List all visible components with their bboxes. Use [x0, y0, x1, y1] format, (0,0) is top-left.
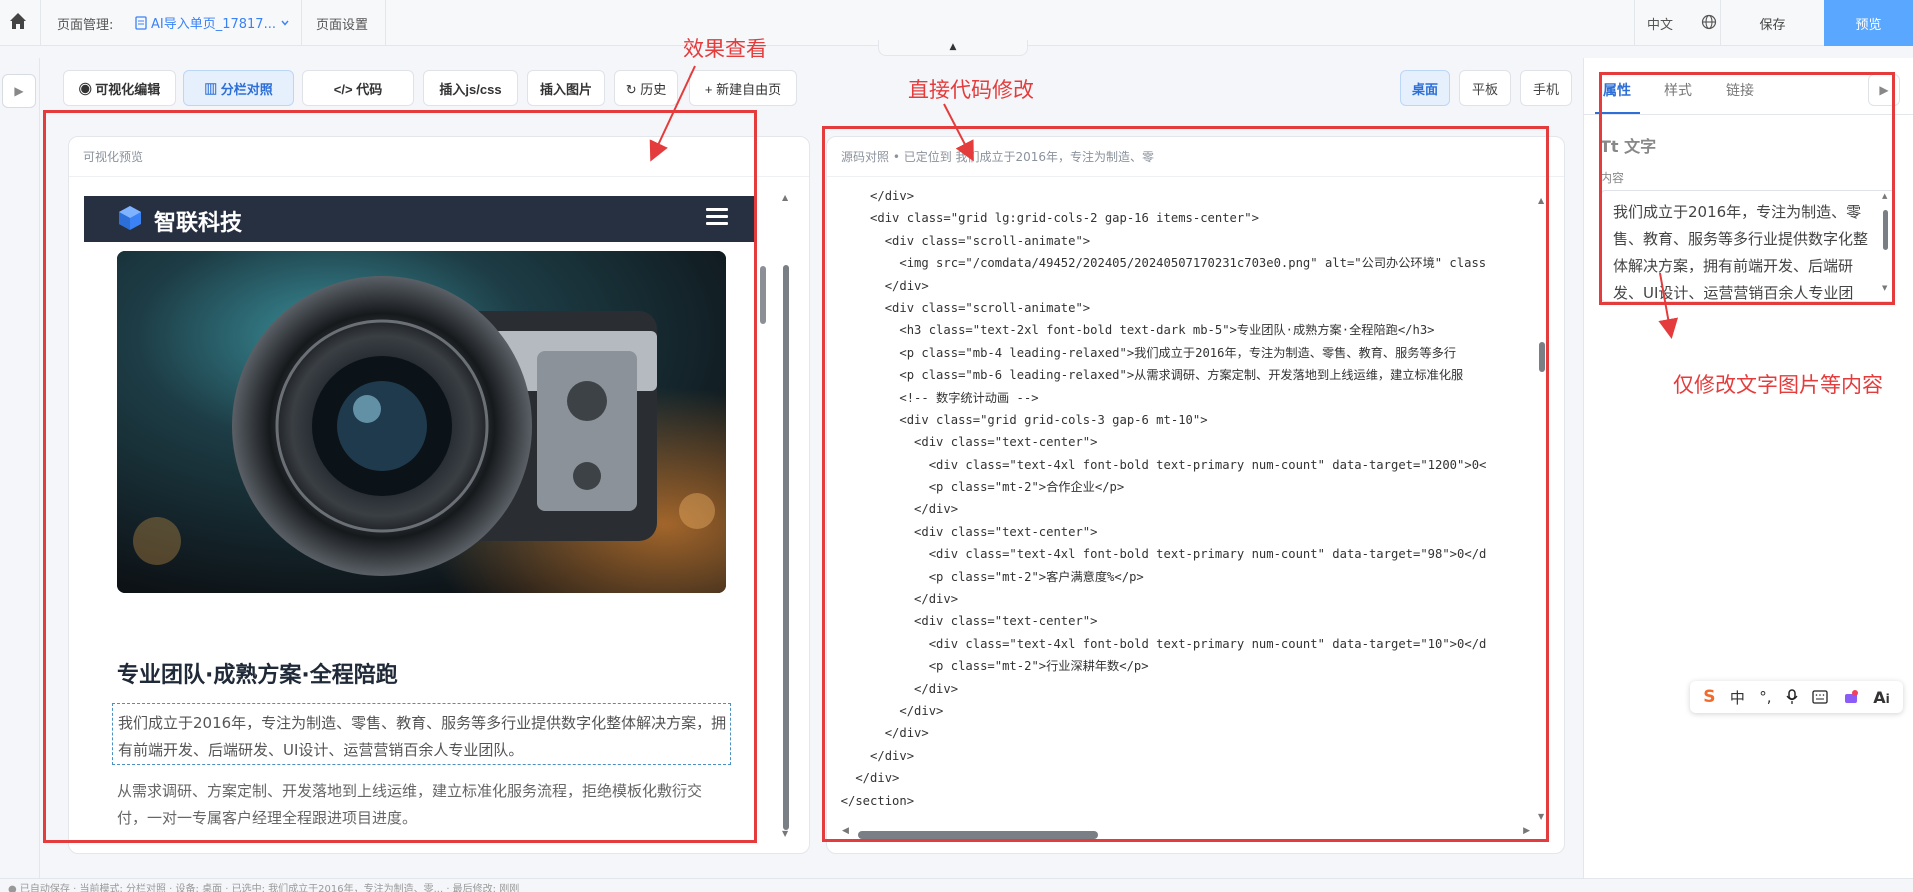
- annotation-arrows: [649, 65, 1679, 339]
